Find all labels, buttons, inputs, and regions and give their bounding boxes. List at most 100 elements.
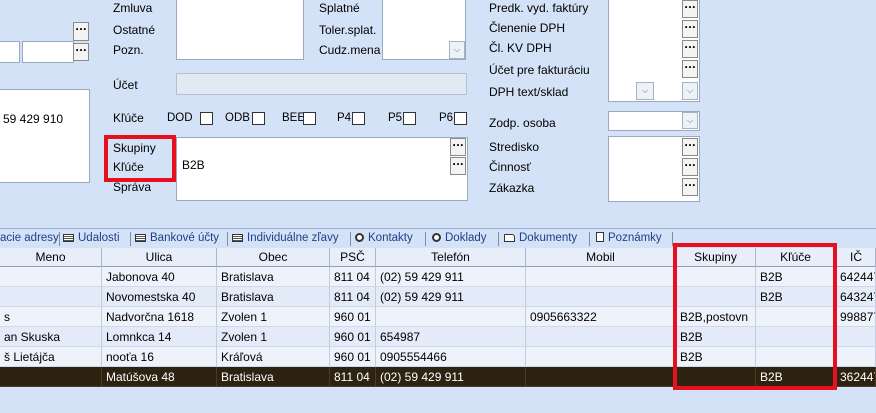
label-cudz-mena: Cudz.mena [319, 43, 381, 57]
label-clenenie-dph: Členenie DPH [489, 21, 566, 35]
tab-dokumenty[interactable]: Dokumenty [504, 229, 577, 249]
cell-ic: 642447 [836, 267, 876, 287]
kluce-ellipsis-button[interactable]: ... [450, 157, 466, 175]
checkbox-label-dod: DOD [167, 112, 193, 124]
column-header-telefon[interactable]: Telefón [376, 248, 526, 267]
checkbox-dod[interactable] [200, 112, 213, 125]
list-icon [63, 234, 74, 242]
skupiny-kluce-highlight [104, 135, 176, 182]
cell-psc: 811 04 [330, 287, 376, 307]
dph-text-dropdown-button[interactable]: ⌵ [636, 82, 654, 100]
cell-meno [0, 267, 102, 287]
label-zakazka: Zákazka [489, 181, 535, 195]
tab-individualne-zlavy-label: Individuálne zľavy [247, 232, 339, 244]
cell-telefon: 0905554466 [376, 347, 526, 367]
column-header-obec[interactable]: Obec [217, 248, 330, 267]
kluce-value: B2B [182, 158, 205, 172]
clenenie-ellipsis-button[interactable]: ... [682, 20, 698, 38]
tab-separator [498, 232, 499, 246]
skupiny-ellipsis-button[interactable]: ... [450, 138, 466, 156]
cell-ulica: Matúšova 48 [102, 367, 217, 387]
cell-telefon: (02) 59 429 911 [376, 367, 526, 387]
label-ostatne: Ostatné [113, 23, 156, 37]
skupiny-kluce-columns-highlight [673, 243, 837, 390]
column-header-mobil[interactable]: Mobil [526, 248, 676, 267]
zodp-osoba-dropdown-button[interactable]: ⌵ [682, 112, 698, 129]
cinnost-ellipsis-button[interactable]: ... [682, 158, 698, 176]
cell-mobil: 0905663322 [526, 307, 676, 327]
stredisko-ellipsis-button[interactable]: ... [682, 138, 698, 156]
label-zmluva: Zmluva [113, 1, 153, 15]
label-cl-kv-dph: Čl. KV DPH [489, 41, 552, 55]
tab-individualne-zlavy[interactable]: Individuálne zľavy [232, 229, 339, 249]
contact-icon [355, 233, 364, 242]
tab-separator [425, 232, 426, 246]
cell-obec: Zvolen 1 [217, 307, 330, 327]
cell-telefon [376, 307, 526, 327]
left-field-ellipsis-button[interactable]: ... [73, 22, 89, 41]
cell-ic: 643247 [836, 287, 876, 307]
cell-meno [0, 287, 102, 307]
left-field-ellipsis-button-2[interactable]: ... [73, 43, 89, 61]
cell-ic [836, 347, 876, 367]
checkbox-p6[interactable] [454, 112, 467, 125]
left-address-box[interactable]: 59 429 910 [0, 89, 90, 183]
cell-psc: 811 04 [330, 267, 376, 287]
cell-mobil [526, 367, 676, 387]
tab-dodacie-adresy[interactable]: acie adresy [0, 229, 59, 249]
tab-doklady[interactable]: Doklady [432, 229, 487, 249]
cell-psc: 811 04 [330, 367, 376, 387]
tab-separator [227, 232, 228, 246]
zakazka-ellipsis-button[interactable]: ... [682, 178, 698, 196]
checkbox-odb[interactable] [252, 112, 265, 125]
tab-kontakty-label: Kontakty [368, 232, 413, 244]
tab-bankove-ucty[interactable]: Bankové účty [135, 229, 219, 249]
bank-icon [135, 234, 146, 242]
predk-ellipsis-button[interactable]: ... [682, 0, 698, 18]
tab-poznamky[interactable]: Poznámky [596, 229, 662, 249]
cell-ic: 998877 [836, 307, 876, 327]
skupiny-kluce-field[interactable]: B2B [176, 137, 468, 201]
note-icon [596, 232, 604, 242]
cell-meno: š Lietájča [0, 347, 102, 367]
column-header-ic[interactable]: IČ [836, 248, 876, 267]
tab-udalosti-label: Udalosti [78, 232, 120, 244]
checkbox-p4[interactable] [352, 112, 365, 125]
currency-dropdown-button[interactable]: ⌵ [449, 41, 465, 59]
ucet-fakt-ellipsis-button[interactable]: ... [682, 60, 698, 78]
cl-kv-ellipsis-button[interactable]: ... [682, 40, 698, 58]
cell-mobil [526, 327, 676, 347]
cell-obec: Bratislava [217, 287, 330, 307]
tab-separator [59, 232, 60, 246]
checkbox-p5[interactable] [403, 112, 416, 125]
sklad-dropdown-button[interactable]: ⌵ [682, 82, 698, 100]
tab-separator [130, 232, 131, 246]
column-header-meno[interactable]: Meno [0, 248, 102, 267]
tab-kontakty[interactable]: Kontakty [355, 229, 413, 249]
label-stredisko: Stredisko [489, 140, 540, 154]
tab-doklady-label: Doklady [445, 232, 487, 244]
cell-psc: 960 01 [330, 307, 376, 327]
cell-telefon: (02) 59 429 911 [376, 267, 526, 287]
left-field-1[interactable] [0, 41, 20, 63]
tab-separator [589, 232, 590, 246]
label-toler-splat: Toler.splat. [319, 23, 377, 37]
cell-meno: s [0, 307, 102, 327]
label-dph-text-sklad: DPH text/sklad [489, 85, 569, 99]
column-header-ulica[interactable]: Ulica [102, 248, 217, 267]
checkbox-bee[interactable] [303, 112, 316, 125]
label-pozn: Pozn. [113, 43, 144, 57]
cell-ic: 362447 [836, 367, 876, 387]
column-header-psc[interactable]: PSČ [330, 248, 376, 267]
cell-obec: Kráľová [217, 347, 330, 367]
ucet-field[interactable] [176, 73, 467, 95]
cell-obec: Bratislava [217, 267, 330, 287]
cell-ulica: Jabonova 40 [102, 267, 217, 287]
contract-note-field[interactable] [176, 0, 304, 60]
left-field-2[interactable] [22, 41, 74, 63]
cell-meno [0, 367, 102, 387]
label-kluce: Kľúče [113, 111, 144, 125]
tab-udalosti[interactable]: Udalosti [63, 229, 120, 249]
cell-ulica: Nadvorčna 1618 [102, 307, 217, 327]
label-ucet-pre-fakturaciu: Účet pre fakturáciu [489, 63, 590, 77]
